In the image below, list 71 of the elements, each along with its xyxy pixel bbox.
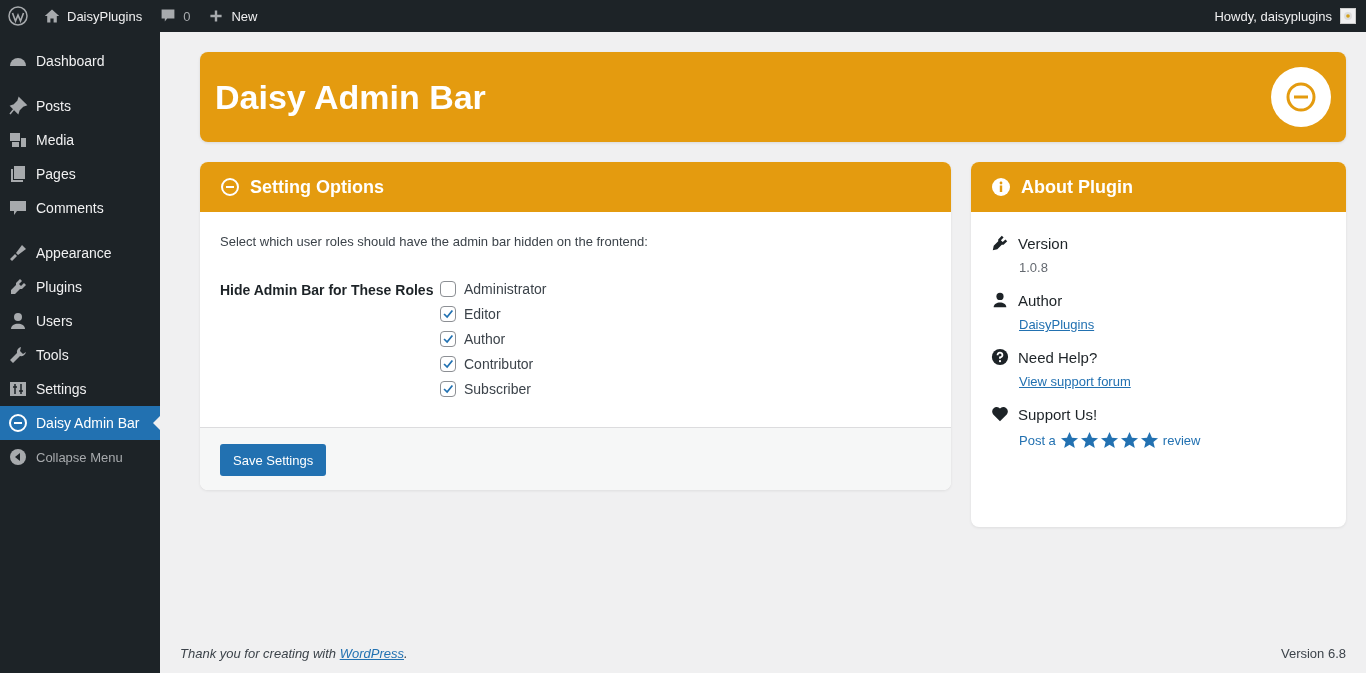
home-icon — [44, 8, 60, 24]
role-label[interactable]: Contributor — [464, 356, 534, 372]
comment-bubble-icon — [160, 8, 177, 24]
role-label[interactable]: Author — [464, 331, 506, 347]
settings-description: Select which user roles should have the admin bar hidden on the frontend: — [220, 234, 649, 249]
wordpress-version: Version 6.8 — [1280, 646, 1346, 661]
star-rating[interactable] — [1059, 431, 1159, 450]
checkbox[interactable] — [440, 356, 456, 372]
about-heading: Version — [1018, 234, 1069, 252]
person-icon — [8, 311, 28, 331]
info-icon — [991, 177, 1011, 197]
field-label: Hide Admin Bar for These Roles — [220, 281, 435, 300]
collapse-menu-button[interactable]: Collapse Menu — [0, 440, 160, 474]
checkbox[interactable] — [440, 331, 456, 347]
role-label[interactable]: Editor — [464, 306, 501, 322]
star-icon — [1079, 431, 1099, 450]
brush-icon — [8, 243, 28, 263]
checkbox[interactable] — [440, 306, 456, 322]
checkbox[interactable] — [440, 281, 456, 297]
star-icon — [1099, 431, 1119, 450]
about-heading: Author — [1018, 291, 1063, 309]
minus-circle-icon — [1271, 67, 1331, 127]
menu-item[interactable]: Pages — [0, 157, 160, 191]
menu-item[interactable]: Appearance — [0, 236, 160, 270]
star-icon — [1059, 431, 1079, 450]
plug-icon — [991, 234, 1009, 252]
person-icon — [991, 291, 1009, 309]
about-heading: Need Help? — [1018, 348, 1098, 366]
star-icon — [1139, 431, 1159, 450]
wordpress-logo-icon[interactable] — [8, 6, 28, 26]
plus-icon — [208, 8, 225, 24]
checkbox[interactable] — [440, 381, 456, 397]
menu-item[interactable]: Dashboard — [0, 44, 160, 78]
greeting-link[interactable]: Howdy, daisyplugins — [1214, 8, 1332, 24]
plug-icon — [8, 277, 28, 297]
wordpress-link[interactable]: WordPress — [339, 646, 404, 661]
plugin-title: Daisy Admin Bar — [215, 77, 486, 117]
role-label[interactable]: Subscriber — [464, 381, 531, 397]
pages-icon — [8, 164, 28, 184]
menu-item[interactable]: Media — [0, 123, 160, 157]
about-heading: Support Us! — [1018, 405, 1098, 423]
save-settings-button[interactable]: Save Settings — [220, 444, 327, 476]
version-number: 1.0.8 — [1019, 260, 1048, 275]
site-name-link[interactable]: DaisyPlugins — [67, 8, 143, 24]
comments-count[interactable]: 0 — [183, 8, 191, 24]
card-title: About Plugin — [1021, 176, 1133, 198]
review-text[interactable]: review — [1162, 433, 1201, 448]
avatar-icon — [1340, 8, 1356, 24]
menu-item[interactable]: Posts — [0, 89, 160, 123]
minus-circle-icon — [220, 177, 240, 197]
menu-item[interactable]: Tools — [0, 338, 160, 372]
about-link[interactable]: View support forum — [1019, 374, 1131, 389]
camera-icon — [8, 130, 28, 150]
footer-thanks: Thank you for creating with WordPress. — [180, 646, 408, 661]
new-link[interactable]: New — [231, 8, 258, 24]
menu-item[interactable]: Daisy Admin Bar — [0, 406, 160, 440]
menu-item[interactable]: Settings — [0, 372, 160, 406]
menu-item[interactable]: Plugins — [0, 270, 160, 304]
heart-icon — [991, 405, 1009, 423]
wrench-icon — [8, 345, 28, 365]
review-text[interactable]: Post a — [1019, 433, 1056, 448]
sliders-icon — [8, 379, 28, 399]
minus-circle-icon — [8, 413, 28, 433]
role-label[interactable]: Administrator — [464, 281, 547, 297]
card-title: Setting Options — [250, 176, 384, 198]
pin-icon — [8, 96, 28, 116]
about-link[interactable]: DaisyPlugins — [1019, 317, 1095, 332]
question-circle-icon — [991, 348, 1009, 366]
menu-item[interactable]: Comments — [0, 191, 160, 225]
menu-item[interactable]: Users — [0, 304, 160, 338]
star-icon — [1119, 431, 1139, 450]
